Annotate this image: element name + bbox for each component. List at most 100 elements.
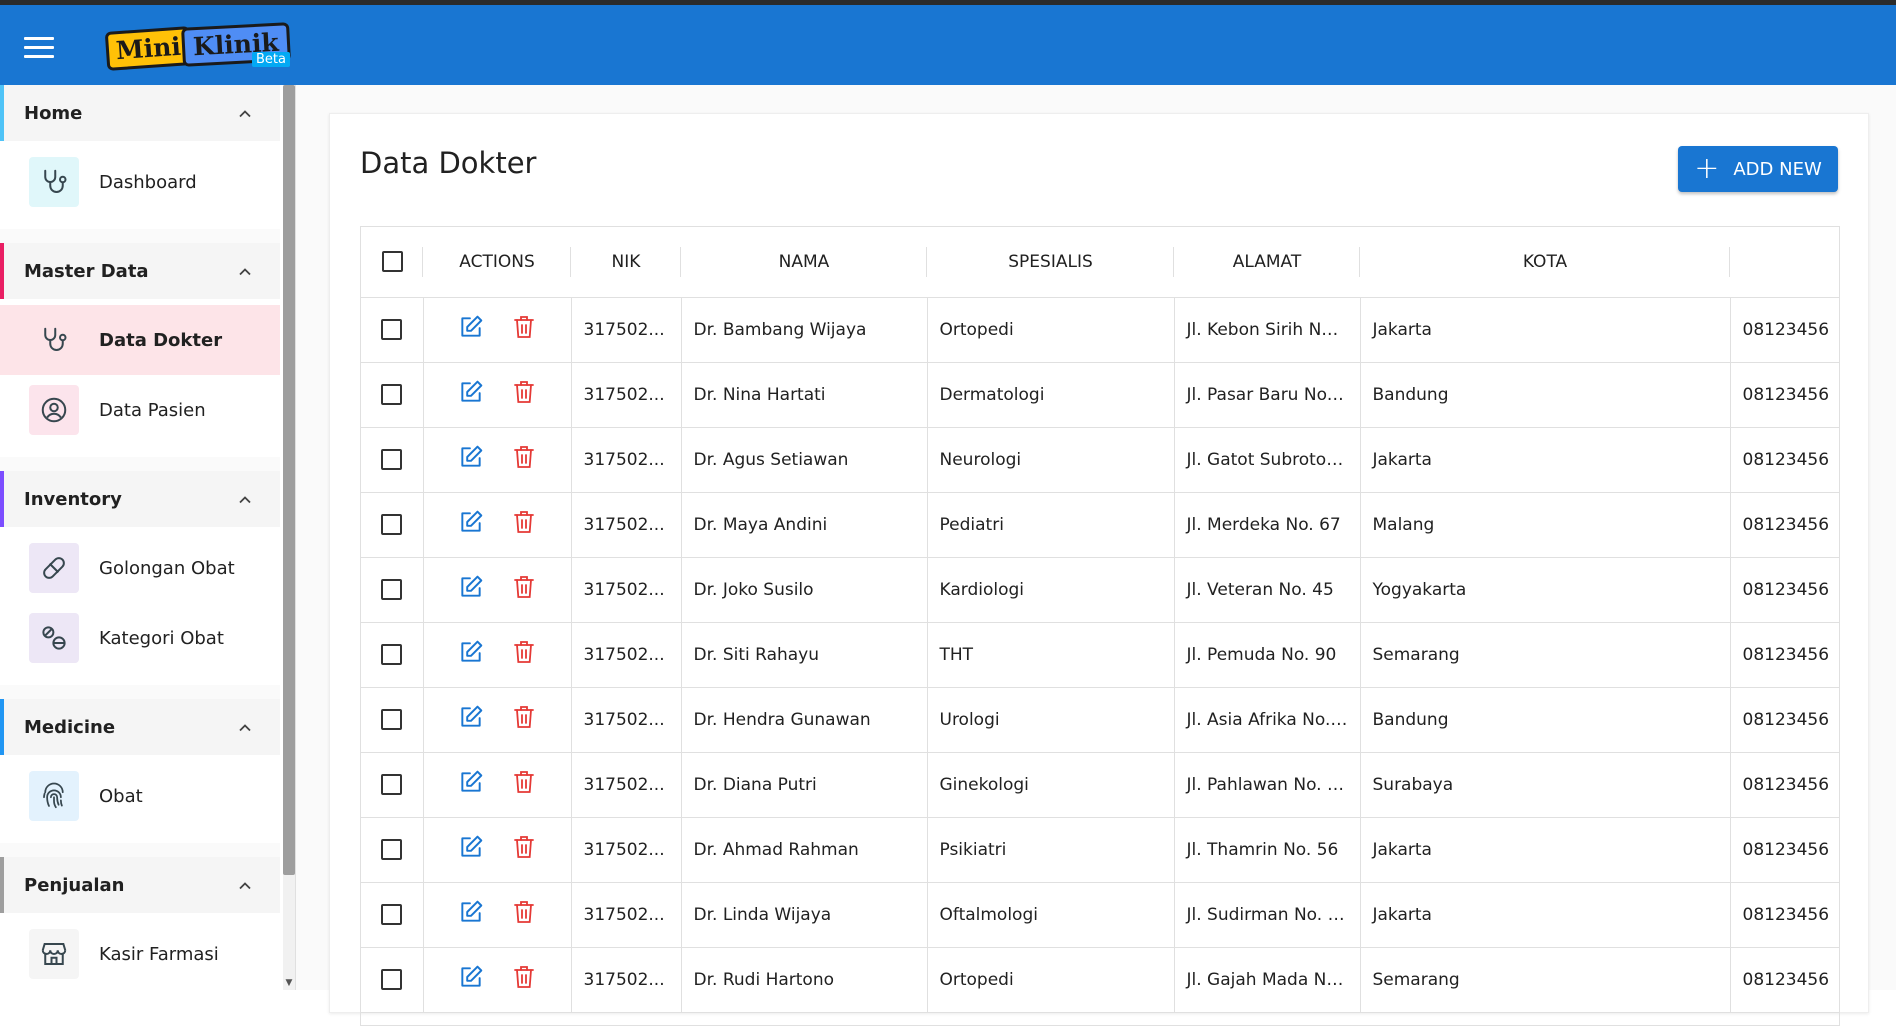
cell-spesialis: Pediatri [927, 492, 1175, 558]
cell-alamat: Jl. Sudirman No. 123 [1174, 882, 1361, 948]
row-checkbox[interactable] [381, 839, 403, 860]
row-checkbox[interactable] [381, 904, 403, 925]
table-row[interactable]: 317502... Dr. Linda Wijaya Oftalmologi Jl. … [361, 882, 1839, 948]
edit-icon[interactable] [458, 379, 484, 410]
column-header-actions[interactable]: ACTIONS [423, 227, 571, 298]
row-checkbox[interactable] [381, 774, 403, 795]
sidebar-scrollbar[interactable]: ▼ [283, 85, 295, 990]
row-select-cell [361, 297, 424, 363]
delete-icon[interactable] [512, 769, 536, 800]
chevron-up-icon[interactable] [238, 719, 252, 733]
table-row[interactable]: 317502... Dr. Rudi Hartono Ortopedi Jl. Gaj… [361, 947, 1839, 1013]
sidebar-item-dashboard[interactable]: Dashboard [0, 147, 280, 217]
edit-icon[interactable] [458, 964, 484, 995]
column-header-kota[interactable]: KOTA [1360, 227, 1730, 298]
cell-telp: 08123456 [1730, 687, 1839, 753]
row-checkbox[interactable] [381, 514, 403, 535]
table-row[interactable]: 317502... Dr. Bambang Wijaya Ortopedi Jl. K… [361, 297, 1839, 363]
chevron-up-icon[interactable] [238, 491, 252, 505]
sidebar-item-kategori-obat[interactable]: Kategori Obat [0, 603, 280, 673]
sidebar-section-medicine[interactable]: Medicine [0, 699, 280, 755]
sidebar-item-obat[interactable]: Obat [0, 761, 280, 831]
delete-icon[interactable] [512, 509, 536, 540]
table-row[interactable]: 317502... Dr. Ahmad Rahman Psikiatri Jl. Th… [361, 817, 1839, 883]
sidebar-item-data-dokter[interactable]: Data Dokter [0, 305, 280, 375]
column-header-spesialis[interactable]: SPESIALIS [927, 227, 1174, 298]
cell-telp: 08123456 [1730, 297, 1839, 363]
edit-icon[interactable] [458, 769, 484, 800]
cell-nik: 317502... [571, 947, 682, 1013]
menu-icon[interactable] [24, 37, 54, 59]
table-row[interactable]: 317502... Dr. Nina Hartati Dermatologi Jl. … [361, 362, 1839, 428]
scrollbar-thumb[interactable] [283, 85, 295, 875]
row-checkbox[interactable] [381, 449, 403, 470]
delete-icon[interactable] [512, 639, 536, 670]
table-row[interactable]: 317502... Dr. Hendra Gunawan Urologi Jl. As… [361, 687, 1839, 753]
delete-icon[interactable] [512, 379, 536, 410]
sidebar-item-data-pasien[interactable]: Data Pasien [0, 375, 280, 445]
sidebar-section-inventory[interactable]: Inventory [0, 471, 280, 527]
cell-kota: Semarang [1360, 622, 1731, 688]
column-header-nik[interactable]: NIK [571, 227, 681, 298]
delete-icon[interactable] [512, 574, 536, 605]
chevron-up-icon[interactable] [238, 105, 252, 119]
table-row[interactable]: 317502... Dr. Agus Setiawan Neurologi Jl. G… [361, 427, 1839, 493]
table-row[interactable]: 317502... Dr. Diana Putri Ginekologi Jl. Pa… [361, 752, 1839, 818]
delete-icon[interactable] [512, 964, 536, 995]
column-header-telp[interactable] [1730, 227, 1839, 298]
sidebar-section-items: Kasir Farmasi [0, 913, 280, 990]
app-logo[interactable]: Mini Klinik Beta [102, 21, 292, 75]
cell-nik: 317502... [571, 752, 682, 818]
cell-kota: Jakarta [1360, 427, 1731, 493]
column-header-nama[interactable]: NAMA [681, 227, 927, 298]
cell-alamat: Jl. Kebon Sirih No. ... [1174, 297, 1361, 363]
row-checkbox[interactable] [381, 969, 403, 990]
delete-icon[interactable] [512, 314, 536, 345]
table-row[interactable]: 317502... Dr. Maya Andini Pediatri Jl. Merd… [361, 492, 1839, 558]
sidebar-section-penjualan[interactable]: Penjualan [0, 857, 280, 913]
row-checkbox[interactable] [381, 384, 403, 405]
edit-icon[interactable] [458, 574, 484, 605]
add-new-label: ADD NEW [1733, 158, 1822, 180]
cell-alamat: Jl. Asia Afrika No. 78 [1174, 687, 1361, 753]
sidebar-section-home[interactable]: Home [0, 85, 280, 141]
section-spacer [0, 457, 280, 471]
edit-icon[interactable] [458, 509, 484, 540]
cell-alamat: Jl. Gajah Mada No. ... [1174, 947, 1361, 1013]
sidebar-item-kasir-farmasi[interactable]: Kasir Farmasi [0, 919, 280, 989]
delete-icon[interactable] [512, 834, 536, 865]
sidebar-section-master-data[interactable]: Master Data [0, 243, 280, 299]
sidebar-item-label: Dashboard [99, 171, 197, 193]
chevron-up-icon[interactable] [238, 877, 252, 891]
row-actions-cell [423, 947, 572, 1013]
edit-icon[interactable] [458, 314, 484, 345]
add-new-button[interactable]: + ADD NEW [1678, 146, 1838, 192]
row-checkbox[interactable] [381, 709, 403, 730]
table-row[interactable]: 317502... Dr. Joko Susilo Kardiologi Jl. Ve… [361, 557, 1839, 623]
doctor-table-container[interactable]: ACTIONS NIK NAMA SPESIALIS ALAMAT KOTA 3… [360, 226, 1840, 1026]
row-actions-cell [423, 492, 572, 558]
cell-nama: Dr. Bambang Wijaya [681, 297, 928, 363]
cell-nama: Dr. Hendra Gunawan [681, 687, 928, 753]
row-checkbox[interactable] [381, 644, 403, 665]
cell-alamat: Jl. Gatot Subroto N... [1174, 427, 1361, 493]
delete-icon[interactable] [512, 704, 536, 735]
row-checkbox[interactable] [381, 319, 403, 340]
column-header-alamat[interactable]: ALAMAT [1174, 227, 1360, 298]
edit-icon[interactable] [458, 834, 484, 865]
row-checkbox[interactable] [381, 579, 403, 600]
select-all-checkbox[interactable] [381, 251, 403, 273]
delete-icon[interactable] [512, 444, 536, 475]
table-row[interactable]: 317502... Dr. Siti Rahayu THT Jl. Pemuda No… [361, 622, 1839, 688]
delete-icon[interactable] [512, 899, 536, 930]
beta-badge: Beta [252, 52, 290, 67]
edit-icon[interactable] [458, 899, 484, 930]
edit-icon[interactable] [458, 639, 484, 670]
edit-icon[interactable] [458, 444, 484, 475]
sidebar-item-golongan-obat[interactable]: Golongan Obat [0, 533, 280, 603]
chevron-up-icon[interactable] [238, 263, 252, 277]
section-title: Penjualan [24, 874, 125, 896]
edit-icon[interactable] [458, 704, 484, 735]
scroll-down-arrow-icon[interactable]: ▼ [283, 978, 295, 988]
cell-nik: 317502... [571, 492, 682, 558]
